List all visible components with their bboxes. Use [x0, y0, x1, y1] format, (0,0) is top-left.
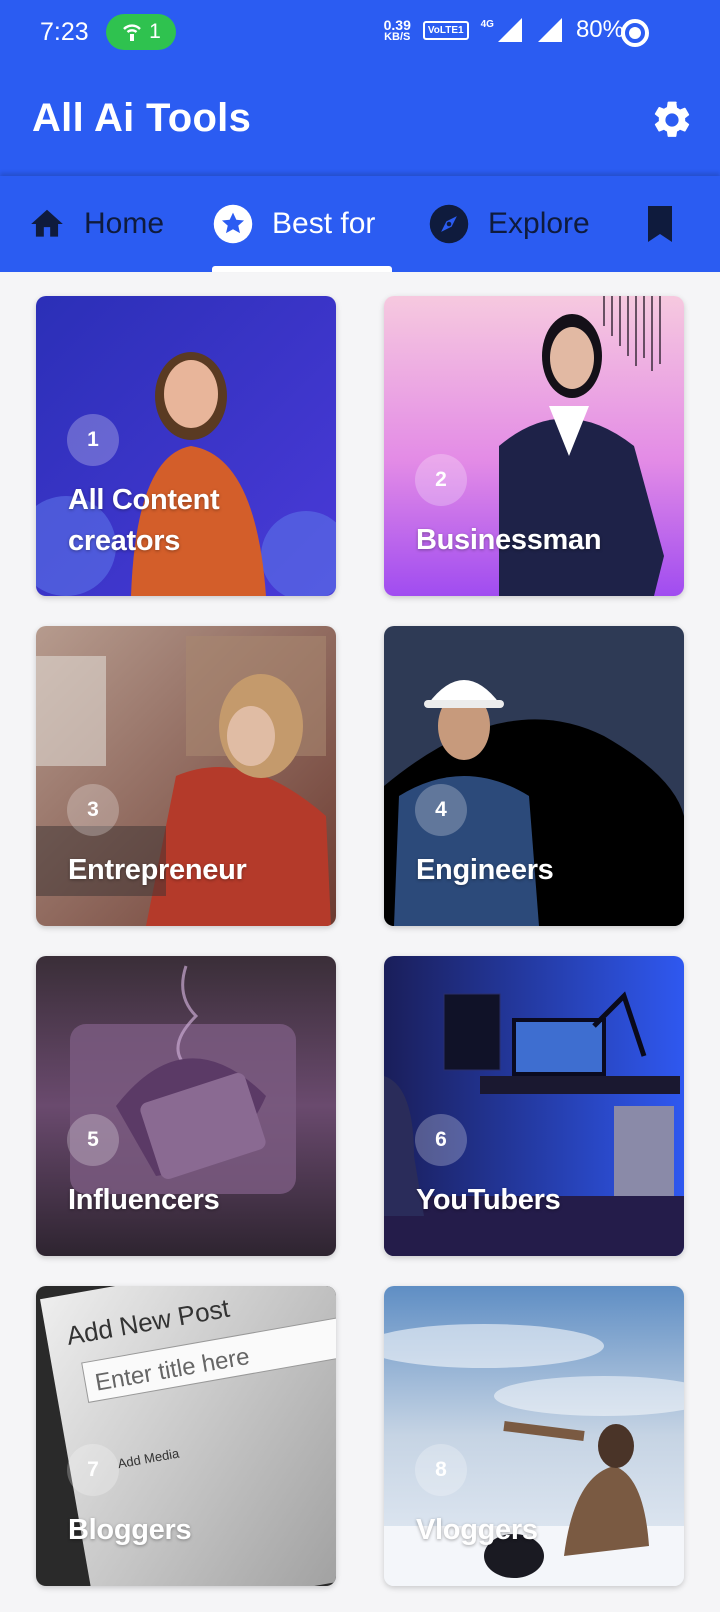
category-number: 5: [67, 1114, 119, 1166]
hotspot-badge: 1: [106, 14, 176, 50]
category-card-bloggers[interactable]: Add New Post Enter title here Add Media …: [36, 1286, 336, 1586]
category-title: Bloggers: [68, 1514, 192, 1546]
status-icons: 0.39 KB/S VoLTE1 4G 80%: [384, 16, 624, 44]
tab-home-label: Home: [84, 207, 165, 240]
category-title: Vloggers: [416, 1514, 538, 1546]
category-number: 8: [415, 1444, 467, 1496]
category-card-entrepreneur[interactable]: 3 Entrepreneur: [36, 626, 336, 926]
tab-explore[interactable]: Explore: [428, 176, 590, 272]
battery-level: 80%: [575, 16, 624, 43]
star-icon: [213, 204, 253, 244]
tab-bar: Home Best for Explore: [0, 176, 720, 272]
status-time: 7:23: [40, 18, 89, 46]
home-icon: [31, 209, 63, 237]
hotspot-count: 1: [149, 20, 161, 43]
tab-best-for-label: Best for: [272, 207, 376, 240]
category-grid: 1 All Content creators 2 Businessman 3 E…: [0, 272, 720, 1612]
category-number: 6: [415, 1114, 467, 1166]
category-title: Entrepreneur: [68, 854, 247, 886]
category-number: 7: [67, 1444, 119, 1496]
signal-icon-2: [537, 18, 562, 42]
category-card-businessman[interactable]: 2 Businessman: [384, 296, 684, 596]
category-card-content-creators[interactable]: 1 All Content creators: [36, 296, 336, 596]
signal-icon-1: [497, 18, 522, 42]
compass-icon: [429, 204, 469, 244]
bookmark-icon: [648, 206, 672, 242]
status-bar: 7:23 1 0.39 KB/S VoLTE1 4G 80%: [0, 0, 720, 66]
top-header: 7:23 1 0.39 KB/S VoLTE1 4G 80% All Ai To…: [0, 0, 720, 272]
category-title: Businessman: [416, 524, 602, 556]
category-number: 3: [67, 784, 119, 836]
category-card-engineers[interactable]: 4 Engineers: [384, 626, 684, 926]
net-speed: 0.39 KB/S: [383, 16, 411, 43]
category-number: 1: [67, 414, 119, 466]
tab-explore-label: Explore: [488, 207, 590, 240]
battery-icon: [621, 19, 649, 47]
app-bar: All Ai Tools: [0, 66, 720, 176]
category-card-youtubers[interactable]: 6 YouTubers: [384, 956, 684, 1256]
app-title: All Ai Tools: [32, 96, 252, 140]
hotspot-icon: [123, 24, 142, 41]
network-type: 4G: [480, 18, 494, 30]
tab-home[interactable]: Home: [28, 176, 164, 272]
category-title: Influencers: [68, 1184, 220, 1216]
category-title: YouTubers: [416, 1184, 561, 1216]
category-title: All Content creators: [68, 484, 220, 557]
category-card-influencers[interactable]: 5 Influencers: [36, 956, 336, 1256]
category-number: 2: [415, 454, 467, 506]
settings-gear-icon[interactable]: [650, 98, 694, 142]
tab-bookmarks[interactable]: [644, 176, 676, 272]
volte-badge: VoLTE1: [422, 20, 469, 40]
category-number: 4: [415, 784, 467, 836]
tab-best-for[interactable]: Best for: [212, 176, 375, 272]
category-card-vloggers[interactable]: 8 Vloggers: [384, 1286, 684, 1586]
category-title: Engineers: [416, 854, 554, 886]
